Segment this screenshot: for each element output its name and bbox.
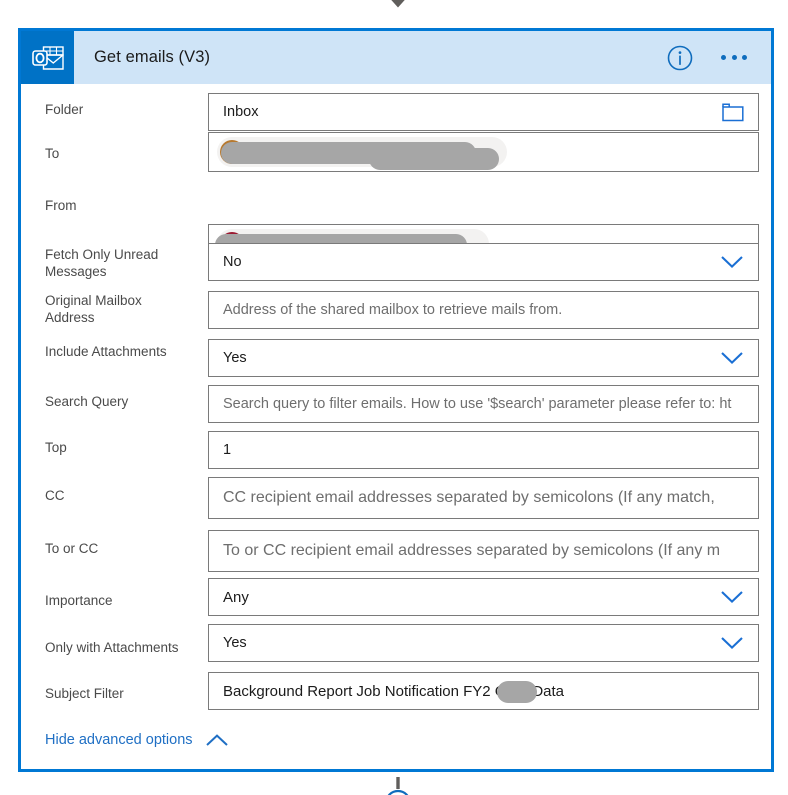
original-mailbox-address-input[interactable]: Address of the shared mailbox to retriev…: [208, 291, 759, 329]
recipient-token-to[interactable]: [217, 137, 507, 167]
top-input[interactable]: 1: [208, 431, 759, 469]
field-label-cc: CC: [45, 488, 65, 503]
flow-action-canvas: Get emails (V3) Folder Inbox To From Fet…: [0, 0, 788, 795]
action-card[interactable]: Get emails (V3) Folder Inbox To From Fet…: [18, 28, 774, 772]
flow-connector-top: [380, 0, 416, 10]
fetch-only-unread-messages-value[interactable]: No: [209, 254, 720, 270]
fetch-only-unread-messages-dropdown[interactable]: No: [208, 243, 759, 281]
subject-filter-input[interactable]: Background Report Job Notification FY2 C…: [208, 672, 759, 710]
importance-dropdown[interactable]: Any: [208, 578, 759, 616]
original-mailbox-address-placeholder[interactable]: Address of the shared mailbox to retriev…: [209, 302, 758, 318]
chevron-up-icon: [205, 733, 228, 746]
field-label-to-or-cc: To or CC: [45, 541, 99, 556]
include-attachments-value[interactable]: Yes: [209, 350, 720, 366]
folder-icon[interactable]: [722, 102, 758, 122]
only-with-attachments-value[interactable]: Yes: [209, 635, 720, 651]
importance-value[interactable]: Any: [209, 589, 720, 606]
avatar: [220, 140, 244, 164]
field-label-top: Top: [45, 440, 67, 455]
info-icon[interactable]: [667, 45, 693, 71]
action-card-header[interactable]: Get emails (V3): [21, 31, 771, 84]
search-query-input[interactable]: Search query to filter emails. How to us…: [208, 385, 759, 423]
folder-picker[interactable]: Inbox: [208, 93, 759, 131]
action-title: Get emails (V3): [94, 48, 211, 66]
field-label-from: From: [45, 198, 77, 213]
chevron-down-icon[interactable]: [720, 590, 758, 604]
action-card-body: Folder Inbox To From Fetch Only Unread M…: [21, 84, 771, 769]
close-icon[interactable]: [260, 139, 286, 165]
field-label-folder: Folder: [45, 102, 84, 117]
header-actions: [667, 45, 771, 71]
ellipsis-icon[interactable]: [719, 47, 749, 68]
chevron-down-icon[interactable]: [720, 351, 758, 365]
field-label-fetch-only-unread-messages: Fetch Only Unread Messages: [45, 247, 159, 279]
toggle-advanced-options-label: Hide advanced options: [45, 732, 193, 748]
field-label-subject-filter: Subject Filter: [45, 686, 124, 701]
cc-input[interactable]: CC recipient email addresses separated b…: [208, 477, 759, 519]
only-with-attachments-dropdown[interactable]: Yes: [208, 624, 759, 662]
chevron-down-icon[interactable]: [720, 255, 758, 269]
search-query-placeholder[interactable]: Search query to filter emails. How to us…: [209, 396, 758, 412]
cc-placeholder[interactable]: CC recipient email addresses separated b…: [209, 489, 758, 507]
top-value[interactable]: 1: [209, 442, 758, 458]
field-label-importance: Importance: [45, 593, 113, 608]
flow-connector-bottom[interactable]: [380, 777, 416, 795]
field-label-only-with-attachments: Only with Attachments: [45, 640, 179, 655]
field-label-to: To: [45, 146, 60, 161]
to-field[interactable]: [208, 132, 759, 172]
to-or-cc-placeholder[interactable]: To or CC recipient email addresses separ…: [209, 542, 758, 560]
outlook-icon: [21, 31, 74, 84]
field-label-search-query: Search Query: [45, 394, 129, 409]
subject-filter-value[interactable]: Background Report Job Notification FY2 C…: [209, 683, 758, 700]
include-attachments-dropdown[interactable]: Yes: [208, 339, 759, 377]
to-or-cc-input[interactable]: To or CC recipient email addresses separ…: [208, 530, 759, 572]
chevron-down-icon[interactable]: [720, 636, 758, 650]
toggle-advanced-options[interactable]: Hide advanced options: [45, 732, 229, 748]
add-step-icon[interactable]: [380, 777, 416, 795]
field-label-include-attachments: Include Attachments: [45, 344, 167, 359]
arrow-down-icon: [391, 0, 405, 8]
field-label-original-mailbox-address: Original Mailbox Address: [45, 293, 142, 325]
folder-value[interactable]: Inbox: [209, 104, 722, 120]
